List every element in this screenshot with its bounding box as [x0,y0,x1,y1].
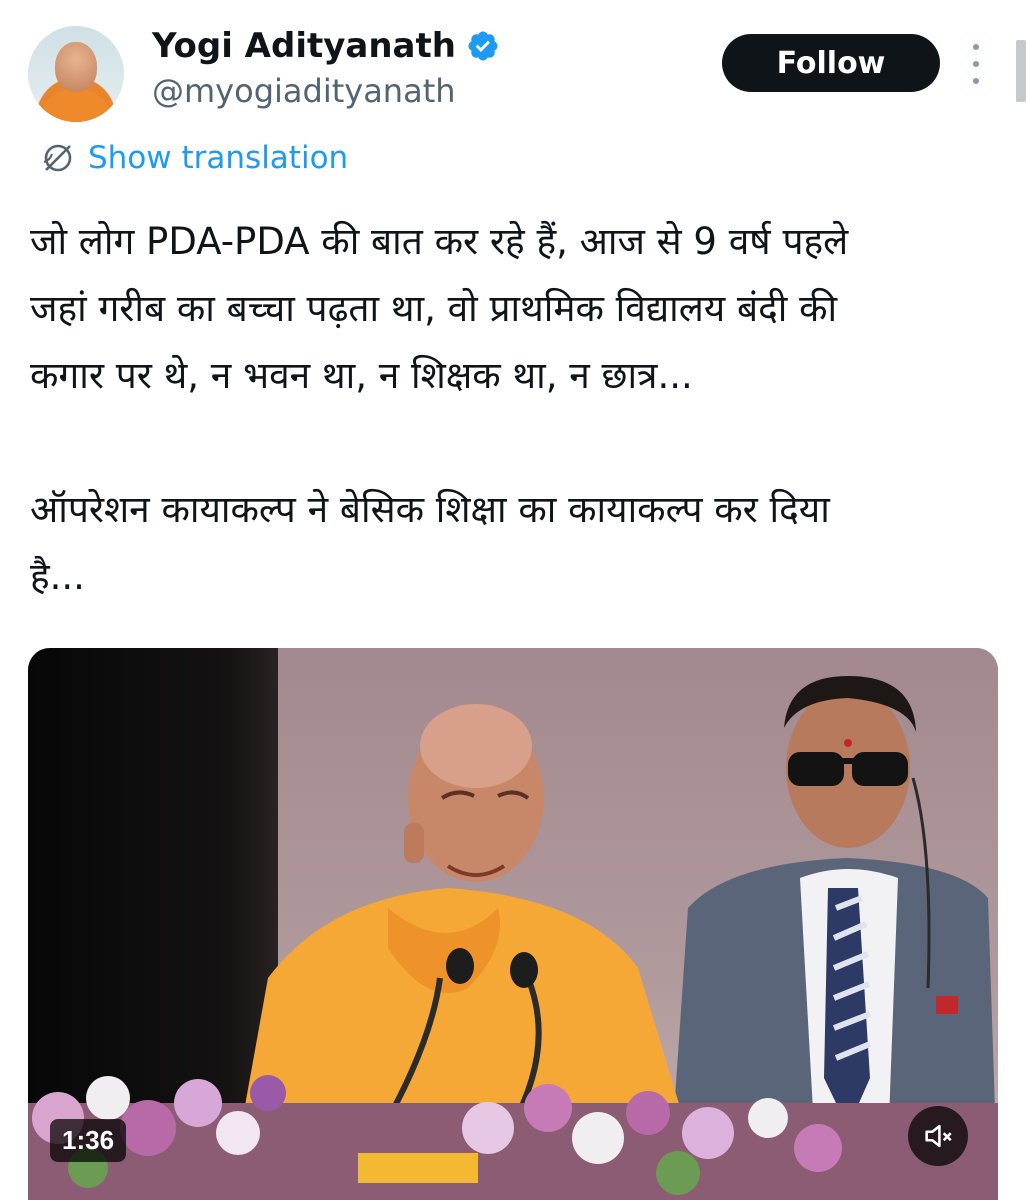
verified-badge-icon [468,31,498,61]
avatar[interactable] [28,26,124,122]
video-frame [28,676,998,1200]
follow-button[interactable]: Follow [722,34,940,92]
tweet-text: जो लोग PDA-PDA की बात कर रहे हैं, आज से … [30,220,849,598]
author-name[interactable]: Yogi Adityanath [152,26,456,66]
avatar-body [38,88,114,122]
avatar-face [55,42,97,92]
more-dot [973,78,979,84]
globe-icon [43,144,72,172]
author-name-row[interactable]: Yogi Adityanath [152,26,500,66]
more-vertical-icon[interactable] [966,44,986,84]
author-handle[interactable]: @myogiadityanath [152,72,456,110]
tweet-page: Yogi Adityanath @myogiadityanath Follow … [0,0,1026,1200]
volume-muted-icon[interactable] [908,1106,968,1166]
speaker-muted-glyph [925,1124,952,1148]
show-translation-label[interactable]: Show translation [88,140,348,176]
video-player[interactable]: 1:36 [28,648,998,1200]
scrollbar[interactable] [1016,40,1026,102]
more-dot [973,44,979,50]
show-translation-link[interactable]: Show translation [40,140,348,176]
more-dot [973,61,979,67]
video-duration: 1:36 [50,1119,127,1162]
